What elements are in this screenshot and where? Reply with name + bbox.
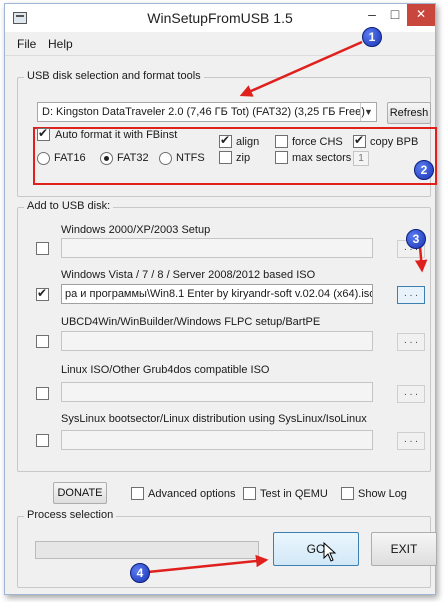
force-chs-checkbox[interactable]: [275, 135, 288, 148]
source-path-ubcd4win[interactable]: [61, 331, 373, 351]
usb-disk-select-value: D: Kingston DataTraveler 2.0 (7,46 ГБ To…: [42, 106, 365, 118]
advanced-options-label: Advanced options: [148, 488, 236, 500]
annotation-marker-4: 4: [130, 563, 150, 583]
auto-format-checkbox[interactable]: [37, 126, 50, 141]
fat32-radio[interactable]: [100, 152, 113, 165]
go-button[interactable]: GO: [273, 532, 359, 566]
app-window: WinSetupFromUSB 1.5 – □ ✕ File Help USB …: [4, 3, 437, 595]
menu-help[interactable]: Help: [48, 37, 73, 51]
source-label-syslinux: SysLinux bootsector/Linux distribution u…: [61, 413, 367, 425]
source-checkbox-linux-iso[interactable]: [36, 387, 49, 400]
advanced-options-checkbox[interactable]: [131, 487, 144, 500]
auto-format-label: Auto format it with FBinst: [55, 129, 178, 141]
show-log-checkbox[interactable]: [341, 487, 354, 500]
zip-label: zip: [236, 152, 251, 164]
browse-button-syslinux[interactable]: . . .: [397, 432, 425, 450]
annotation-marker-2: 2: [414, 160, 434, 180]
annotation-marker-3: 3: [406, 229, 426, 249]
ntfs-radio[interactable]: [159, 152, 172, 165]
donate-button[interactable]: DONATE: [53, 482, 107, 504]
fat16-label: FAT16: [54, 152, 86, 164]
chevron-down-icon[interactable]: ▼: [360, 103, 376, 121]
process-selection-label: Process selection: [24, 509, 117, 521]
close-button[interactable]: ✕: [407, 4, 435, 26]
annotation-marker-1: 1: [362, 27, 382, 47]
browse-button-ubcd4win[interactable]: . . .: [397, 333, 425, 351]
copy-bpb-label: copy BPB: [370, 136, 419, 148]
source-path-syslinux[interactable]: [61, 430, 373, 450]
progress-bar: [35, 541, 259, 559]
source-checkbox-syslinux[interactable]: [36, 434, 49, 447]
minimize-button[interactable]: –: [361, 4, 383, 26]
max-sectors-checkbox[interactable]: [275, 151, 288, 164]
usb-disk-select[interactable]: D: Kingston DataTraveler 2.0 (7,46 ГБ To…: [37, 102, 377, 122]
zip-checkbox[interactable]: [219, 151, 232, 164]
add-to-usb-group-label: Add to USB disk:: [24, 200, 114, 212]
usb-disk-group-label: USB disk selection and format tools: [24, 70, 204, 82]
source-label-win7-8: Windows Vista / 7 / 8 / Server 2008/2012…: [61, 269, 316, 281]
source-checkbox-ubcd4win[interactable]: [36, 335, 49, 348]
max-sectors-label: max sectors: [292, 152, 352, 164]
source-path-linux-iso[interactable]: [61, 382, 373, 402]
refresh-button[interactable]: Refresh: [387, 102, 431, 124]
test-qemu-checkbox[interactable]: [243, 487, 256, 500]
align-label: align: [236, 136, 260, 148]
browse-button-win7-8[interactable]: . . .: [397, 286, 425, 304]
browse-button-linux-iso[interactable]: . . .: [397, 385, 425, 403]
ntfs-label: NTFS: [176, 152, 205, 164]
mouse-cursor-icon: [323, 542, 337, 562]
force-chs-label: force CHS: [292, 136, 343, 148]
source-label-linux-iso: Linux ISO/Other Grub4dos compatible ISO: [61, 364, 270, 376]
source-label-ubcd4win: UBCD4Win/WinBuilder/Windows FLPC setup/B…: [61, 316, 321, 328]
show-log-label: Show Log: [358, 488, 407, 500]
source-path-win7-8[interactable]: ра и программы\Win8.1 Enter by kiryandr-…: [61, 284, 373, 304]
maximize-button[interactable]: □: [384, 4, 406, 26]
menu-file[interactable]: File: [17, 37, 36, 51]
exit-button[interactable]: EXIT: [371, 532, 437, 566]
test-qemu-label: Test in QEMU: [260, 488, 328, 500]
source-label-winxp: Windows 2000/XP/2003 Setup: [61, 224, 211, 236]
copy-bpb-checkbox[interactable]: [353, 133, 366, 148]
source-checkbox-win7-8[interactable]: [36, 286, 49, 301]
source-checkbox-winxp[interactable]: [36, 242, 49, 255]
fat32-label: FAT32: [117, 152, 149, 164]
max-sectors-value[interactable]: 1: [353, 151, 369, 166]
align-checkbox[interactable]: [219, 133, 232, 148]
fat16-radio[interactable]: [37, 152, 50, 165]
source-path-winxp[interactable]: [61, 238, 373, 258]
